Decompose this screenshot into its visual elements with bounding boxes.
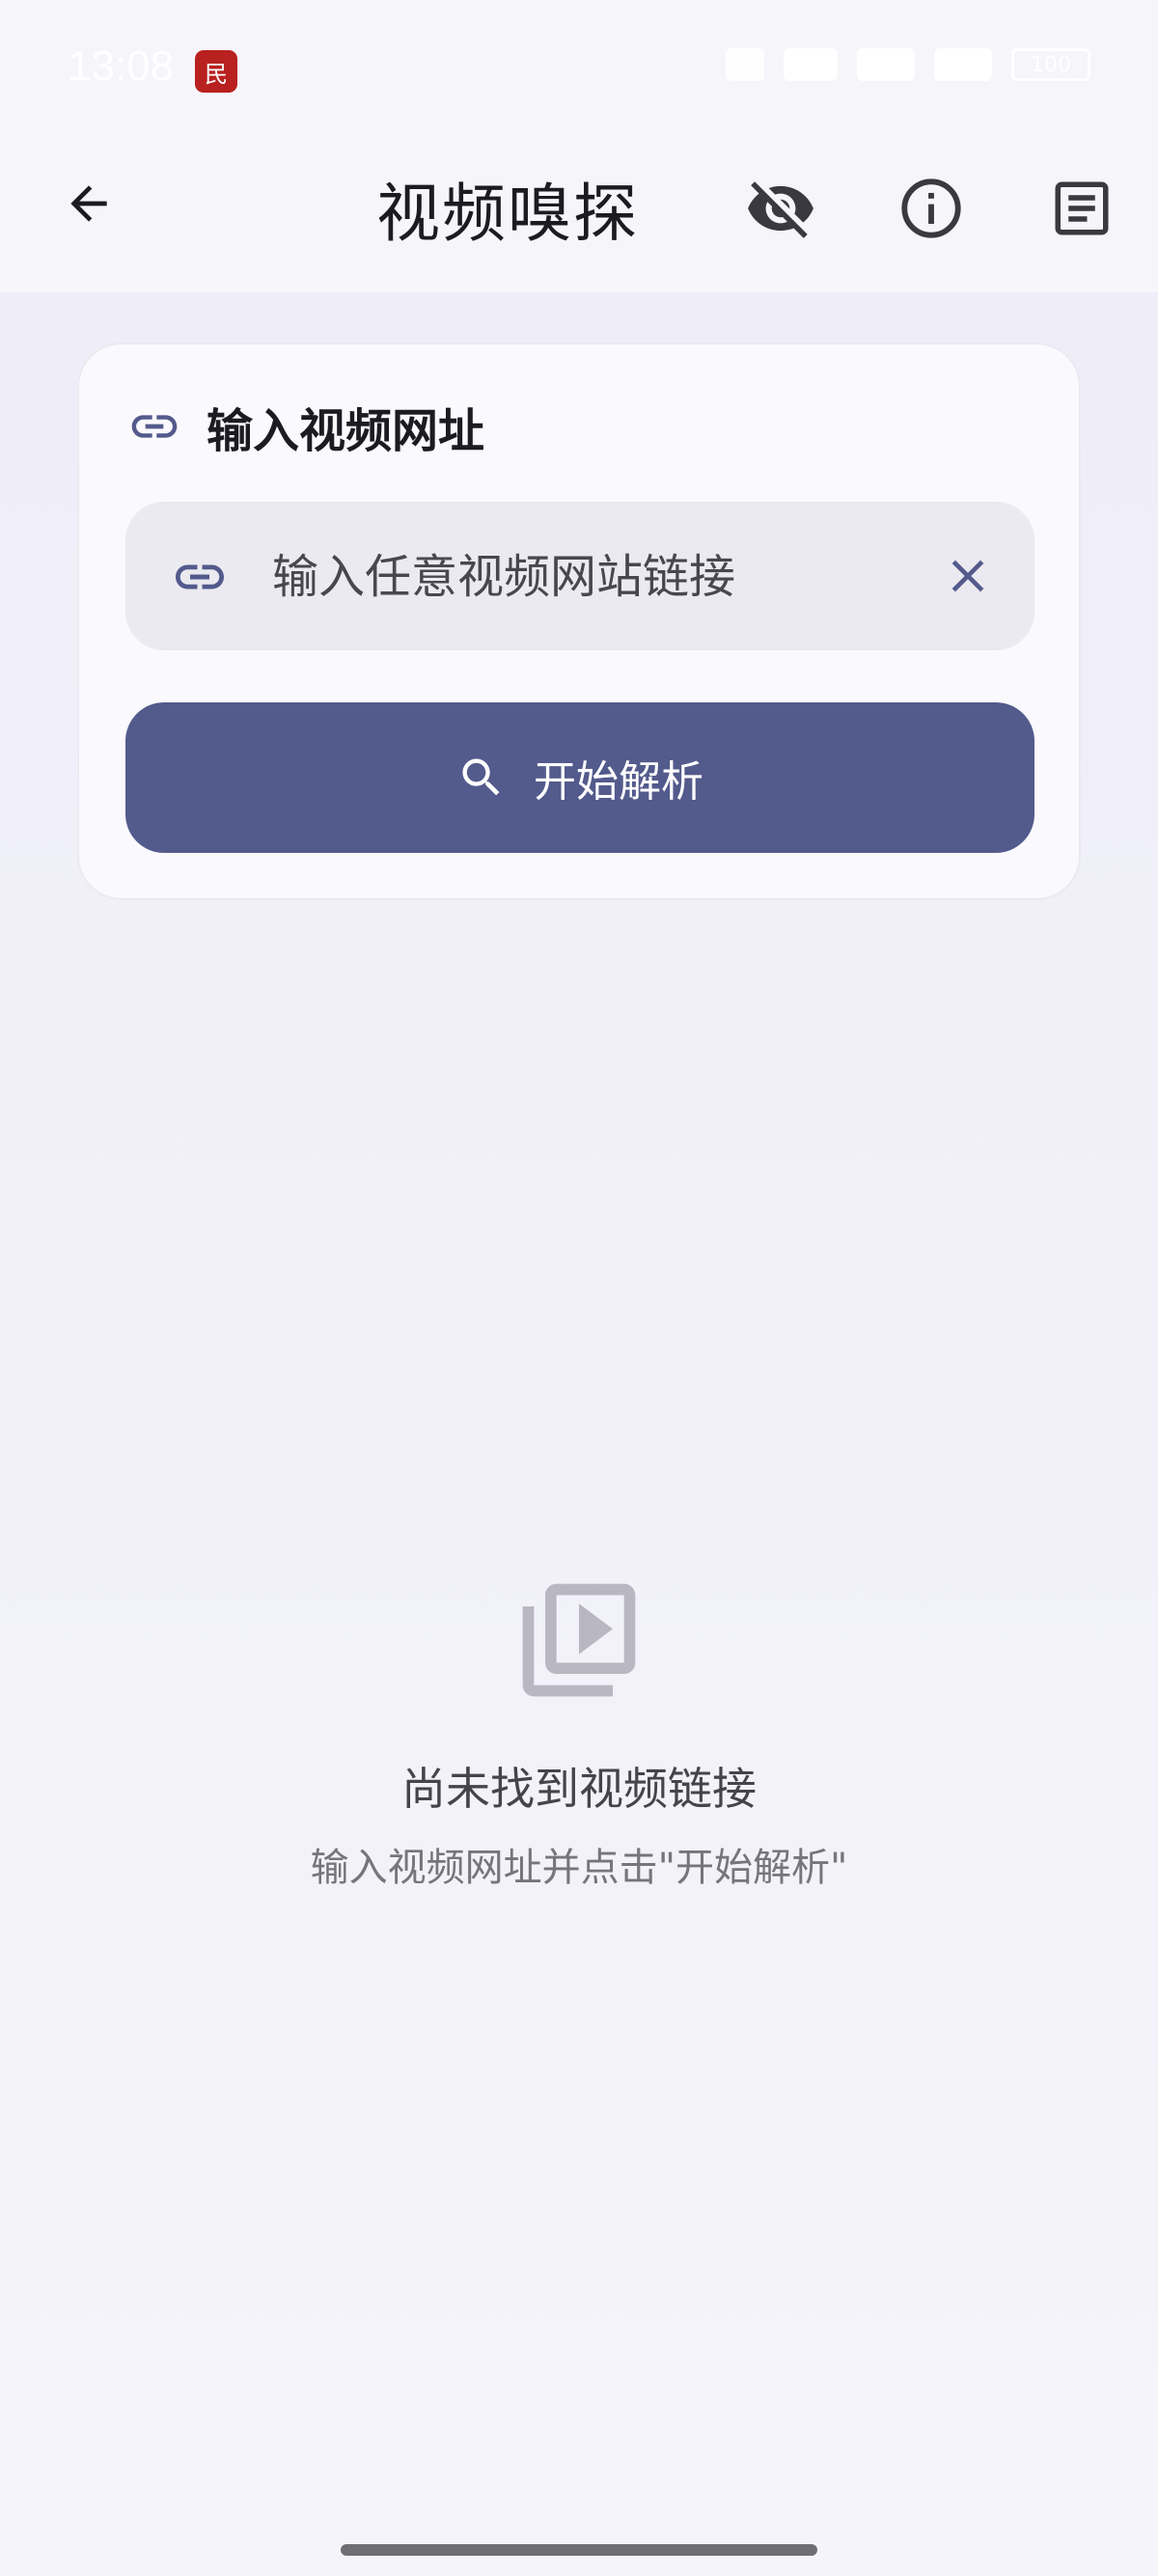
battery-icon: 100 — [1011, 48, 1090, 81]
page-title: 视频嗅探 — [376, 177, 639, 251]
status-time: 13:08 — [68, 42, 175, 90]
empty-state-subtitle: 输入视频网址并点击"开始解析" — [310, 1846, 848, 1890]
link-icon — [176, 564, 224, 589]
start-parse-label: 开始解析 — [534, 757, 703, 807]
signal-icon-2 — [934, 48, 992, 81]
empty-state-title: 尚未找到视频链接 — [401, 1763, 757, 1815]
status-bar: 13:08 民 100 — [0, 0, 1158, 140]
info-button[interactable] — [893, 170, 970, 247]
video-library-icon — [511, 1573, 647, 1712]
clear-input-button[interactable] — [934, 542, 1002, 610]
url-field[interactable] — [125, 502, 1034, 650]
search-icon — [462, 758, 500, 796]
close-icon — [951, 560, 984, 592]
card-title: 输入视频网址 — [207, 404, 485, 458]
visibility-off-icon — [748, 181, 813, 238]
card-header: 输入视频网址 — [127, 393, 484, 460]
link-icon — [131, 415, 178, 438]
log-button[interactable] — [1043, 170, 1120, 247]
start-parse-button[interactable]: 开始解析 — [125, 702, 1034, 853]
status-icons: 100 — [726, 48, 1090, 81]
signal-icon — [857, 48, 915, 81]
info-icon — [901, 178, 961, 238]
arrow-left-icon — [70, 185, 107, 222]
vpn-icon — [726, 48, 764, 81]
back-button[interactable] — [50, 170, 127, 237]
url-input-card: 输入视频网址 开始解析 — [77, 343, 1081, 900]
app-notification-icon: 民 — [195, 50, 237, 93]
url-input[interactable] — [270, 531, 892, 623]
home-indicator[interactable] — [341, 2544, 817, 2556]
hd-icon — [784, 48, 838, 81]
article-icon — [1055, 181, 1109, 235]
toggle-visibility-button[interactable] — [742, 170, 819, 247]
